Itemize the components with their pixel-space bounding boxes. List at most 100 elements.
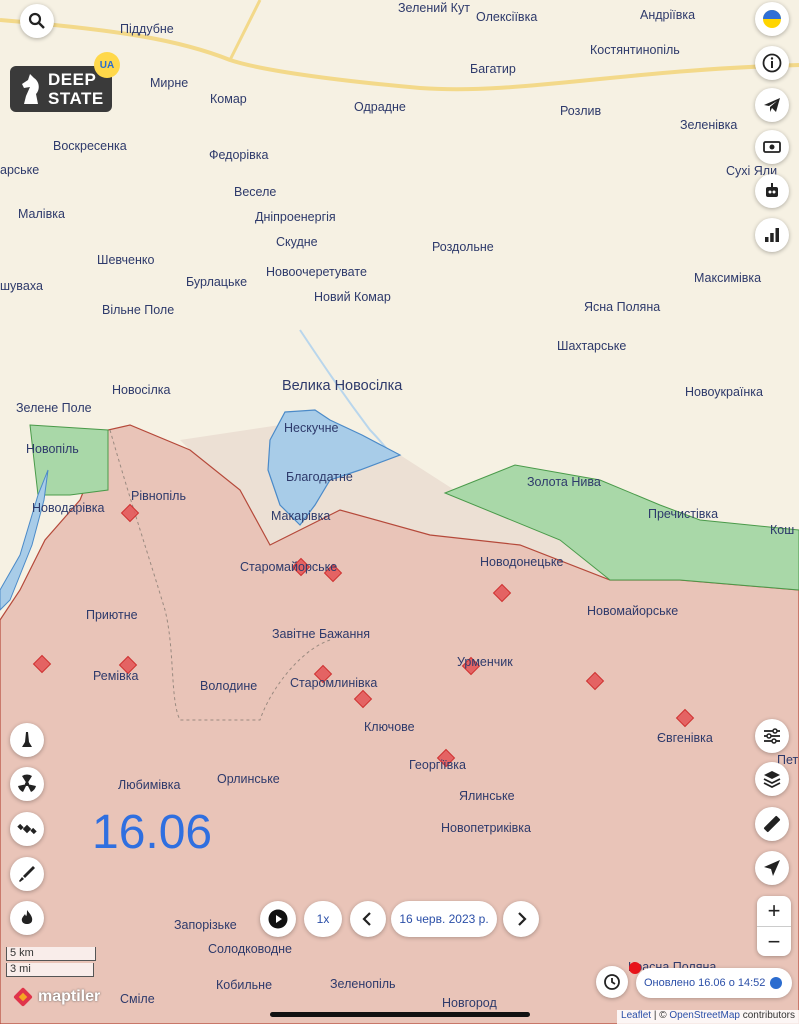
zoom-in-button[interactable]: +: [757, 896, 791, 927]
place-label: Піддубне: [120, 22, 174, 36]
home-indicator: [270, 1012, 530, 1017]
telegram-icon: [764, 98, 780, 112]
place-label: шувaха: [0, 279, 43, 293]
satellite-icon: [17, 823, 37, 835]
place-label: Скудне: [276, 235, 318, 249]
layers-button[interactable]: [755, 762, 789, 796]
place-label: Ялинське: [459, 789, 515, 803]
place-label: Костянтинопіль: [590, 43, 680, 57]
history-button[interactable]: [596, 966, 628, 998]
missiles-button[interactable]: [10, 857, 44, 891]
osm-link[interactable]: OpenStreetMap: [669, 1010, 740, 1021]
fires-button[interactable]: [10, 901, 44, 935]
place-label: Приютне: [86, 608, 138, 622]
place-label: Сміле: [120, 992, 155, 1006]
search-icon: [28, 12, 45, 29]
leaflet-link[interactable]: Leaflet: [621, 1010, 651, 1021]
language-button[interactable]: [755, 2, 789, 36]
bot-button[interactable]: [755, 174, 789, 208]
satellite-button[interactable]: [10, 812, 44, 846]
ua-badge: UA: [94, 52, 120, 78]
place-label: Шахтарське: [557, 339, 626, 353]
play-icon: [268, 909, 288, 929]
place-label: Завітне Бажання: [272, 627, 370, 641]
place-label: Розлив: [560, 104, 601, 118]
place-label: Веселе: [234, 185, 276, 199]
place-label: Дніпроенергія: [255, 210, 336, 224]
nuclear-button[interactable]: [10, 767, 44, 801]
place-label: Старомлинівка: [290, 676, 377, 690]
place-label: Благодатне: [286, 470, 353, 484]
maptiler-logo[interactable]: maptiler: [12, 986, 100, 1008]
zoom-out-button[interactable]: −: [757, 927, 791, 957]
place-label: Зелений Кут: [398, 1, 470, 15]
chevron-left-icon: [362, 912, 371, 926]
place-label: Любимівка: [118, 778, 180, 792]
robot-icon: [766, 183, 778, 197]
place-label: Новосілка: [112, 383, 170, 397]
radiation-icon: [18, 774, 36, 792]
statistics-button[interactable]: [755, 218, 789, 252]
place-label: Малівка: [18, 207, 65, 221]
layers-icon: [763, 771, 781, 789]
place-label: Старомайорське: [240, 560, 337, 574]
scale-km: 5 km: [6, 947, 96, 961]
prev-date-button[interactable]: [350, 901, 386, 937]
place-label: Новопіль: [26, 442, 79, 456]
place-label: Воскресенка: [53, 139, 127, 153]
monument-icon: [22, 732, 32, 747]
update-text: Оновлено 16.06 о 14:52: [644, 977, 766, 989]
info-button[interactable]: [755, 46, 789, 80]
place-label: Зеленопіль: [330, 977, 396, 991]
ruler-icon: [763, 815, 781, 833]
knight-icon: [22, 74, 39, 104]
place-label: Велика Новосілка: [282, 378, 403, 394]
monuments-button[interactable]: [10, 723, 44, 757]
map-date-label: 16.06: [92, 806, 213, 859]
locate-icon: [764, 860, 780, 876]
place-label: Макарівка: [271, 509, 330, 523]
donate-button[interactable]: [755, 130, 789, 164]
place-label: Кош: [770, 523, 794, 537]
date-selector[interactable]: 16 черв. 2023 р.: [391, 901, 497, 937]
zoom-control: + −: [757, 896, 791, 956]
chart-icon: [765, 228, 779, 242]
ruler-button[interactable]: [755, 807, 789, 841]
place-label: Ясна Поляна: [584, 300, 660, 314]
attribution: Leaflet | © OpenStreetMap contributors: [617, 1010, 799, 1024]
place-label: Мирне: [150, 76, 188, 90]
place-label: Новопетриківка: [441, 821, 531, 835]
place-label: Зеленівка: [680, 118, 737, 132]
speed-button[interactable]: 1x: [304, 901, 342, 937]
next-date-button[interactable]: [503, 901, 539, 937]
telegram-button[interactable]: [755, 88, 789, 122]
place-label: Максимівка: [694, 271, 761, 285]
place-label: Багатир: [470, 62, 516, 76]
place-label: Бурлацьке: [186, 275, 247, 289]
place-label: Новоочеретувате: [266, 265, 367, 279]
place-label: Орлинське: [217, 772, 280, 786]
place-label: Георгіївка: [409, 758, 466, 772]
update-status[interactable]: Оновлено 16.06 о 14:52: [636, 968, 792, 998]
search-button[interactable]: [20, 4, 54, 38]
place-label: Урменчик: [457, 655, 513, 669]
place-label: Кобильне: [216, 978, 272, 992]
rocket-icon: [19, 866, 35, 882]
place-label: Володине: [200, 679, 257, 693]
place-label: Зелене Поле: [16, 401, 92, 415]
locate-button[interactable]: [755, 851, 789, 885]
place-label: Вільне Поле: [102, 303, 174, 317]
play-button[interactable]: [260, 901, 296, 937]
place-label: Новодарівка: [32, 501, 105, 515]
place-label: Золота Нива: [527, 475, 601, 489]
place-label: Андріївка: [640, 8, 695, 22]
place-label: Рівнопіль: [131, 489, 186, 503]
map-canvas[interactable]: Піддубне Зелений Кут Олексіївка Андріївка Ко…: [0, 0, 799, 1024]
place-label: Новодонецьке: [480, 555, 564, 569]
place-label: Євгенівка: [657, 731, 713, 745]
logo-text-2: STATE: [48, 89, 104, 108]
filter-button[interactable]: [755, 719, 789, 753]
place-label: Ключове: [364, 720, 415, 734]
place-label: Запорізьке: [174, 918, 237, 932]
scale-mi: 3 mi: [6, 963, 94, 977]
